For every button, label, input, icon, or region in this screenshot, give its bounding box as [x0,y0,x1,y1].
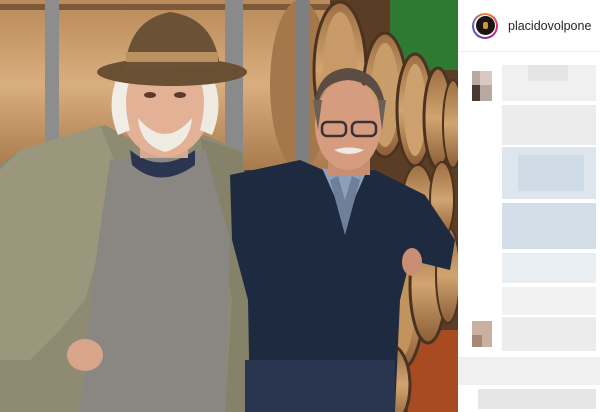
username-link[interactable]: placidovolpone [508,19,591,33]
avatar-image [475,16,495,35]
pixel-block [502,317,596,351]
photo-illustration [0,0,458,412]
avatar-ring-gap [474,14,496,37]
avatar-bottle-glyph [482,22,488,29]
pixel-block [472,85,480,101]
post-header: placidovolpone [458,0,600,52]
pixel-block [528,65,568,81]
pixel-block [502,203,596,249]
pixel-block [502,287,596,315]
pixel-block [472,335,482,347]
pixel-block [502,105,596,145]
pixel-block [478,389,596,409]
post-sidebar: placidovolpone [458,0,600,412]
profile-avatar-icon[interactable] [472,12,498,39]
pixel-block [458,357,600,385]
post-photo[interactable] [0,0,458,412]
instagram-post: placidovolpone [0,0,600,412]
pixel-block [502,253,596,283]
pixel-block [480,71,492,85]
obscured-comments [458,53,600,412]
pixel-block [518,155,584,191]
